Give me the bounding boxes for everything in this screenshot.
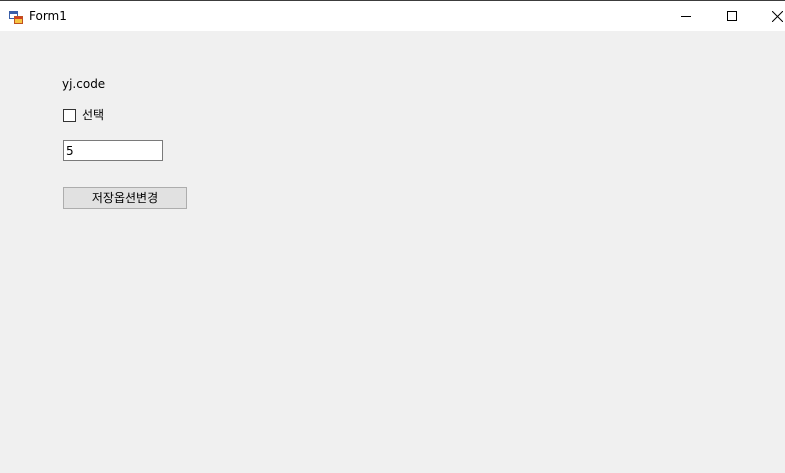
checkbox-label[interactable]: 선택: [82, 107, 104, 123]
app-window: Form1 yj.code 선택 저장옵션변경: [0, 0, 785, 473]
title-bar[interactable]: Form1: [0, 1, 785, 31]
maximize-button[interactable]: [709, 1, 755, 31]
minimize-button[interactable]: [663, 1, 709, 31]
close-icon: [771, 10, 783, 22]
change-save-option-button[interactable]: 저장옵션변경: [63, 187, 187, 209]
close-button[interactable]: [754, 1, 785, 31]
maximize-icon: [727, 11, 737, 21]
winforms-app-icon: [9, 9, 23, 24]
value-textbox[interactable]: [63, 140, 163, 161]
window-title: Form1: [29, 9, 67, 23]
minimize-icon: [681, 16, 691, 17]
code-label: yj.code: [62, 77, 106, 91]
form-client-area: yj.code 선택 저장옵션변경: [0, 31, 785, 473]
checkbox-box[interactable]: [63, 108, 76, 122]
select-checkbox[interactable]: 선택: [63, 107, 104, 123]
